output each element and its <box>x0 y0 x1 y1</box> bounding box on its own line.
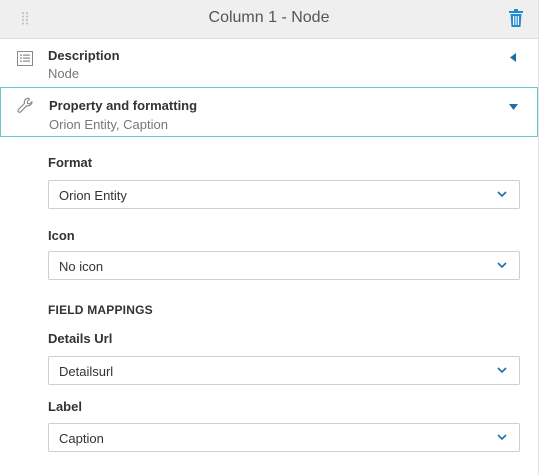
wrench-icon <box>17 97 33 113</box>
column-settings-panel: Column 1 - Node Description Node Propert… <box>0 0 539 475</box>
chevron-down-icon <box>497 434 507 441</box>
label-select-value: Caption <box>59 431 104 446</box>
icon-label: Icon <box>48 228 75 243</box>
description-subtitle: Node <box>48 66 80 81</box>
icon-select[interactable]: No icon <box>48 251 520 280</box>
property-formatting-section[interactable]: Property and formatting Orion Entity, Ca… <box>0 87 538 137</box>
details-url-label: Details Url <box>48 331 113 346</box>
label-select[interactable]: Caption <box>48 423 520 452</box>
panel-title: Column 1 - Node <box>208 9 330 26</box>
caret-left-icon[interactable] <box>510 53 516 62</box>
field-mappings-heading: FIELD MAPPINGS <box>48 303 153 317</box>
panel-header: Column 1 - Node <box>0 0 538 39</box>
caret-down-icon[interactable] <box>509 104 518 110</box>
icon-select-value: No icon <box>59 259 104 274</box>
details-url-select-value: Detailsurl <box>59 364 114 379</box>
format-select-value: Orion Entity <box>59 188 127 203</box>
trash-icon[interactable] <box>509 9 523 27</box>
description-title: Description <box>48 48 120 63</box>
label-label: Label <box>48 399 82 414</box>
chevron-down-icon <box>497 262 507 269</box>
format-select[interactable]: Orion Entity <box>48 180 520 209</box>
list-icon <box>17 51 33 66</box>
details-url-select[interactable]: Detailsurl <box>48 356 520 385</box>
chevron-down-icon <box>497 367 507 374</box>
description-section[interactable]: Description Node <box>0 39 538 88</box>
chevron-down-icon <box>497 191 507 198</box>
property-formatting-title: Property and formatting <box>49 98 198 113</box>
format-label: Format <box>48 155 93 170</box>
property-formatting-subtitle: Orion Entity, Caption <box>49 117 168 132</box>
